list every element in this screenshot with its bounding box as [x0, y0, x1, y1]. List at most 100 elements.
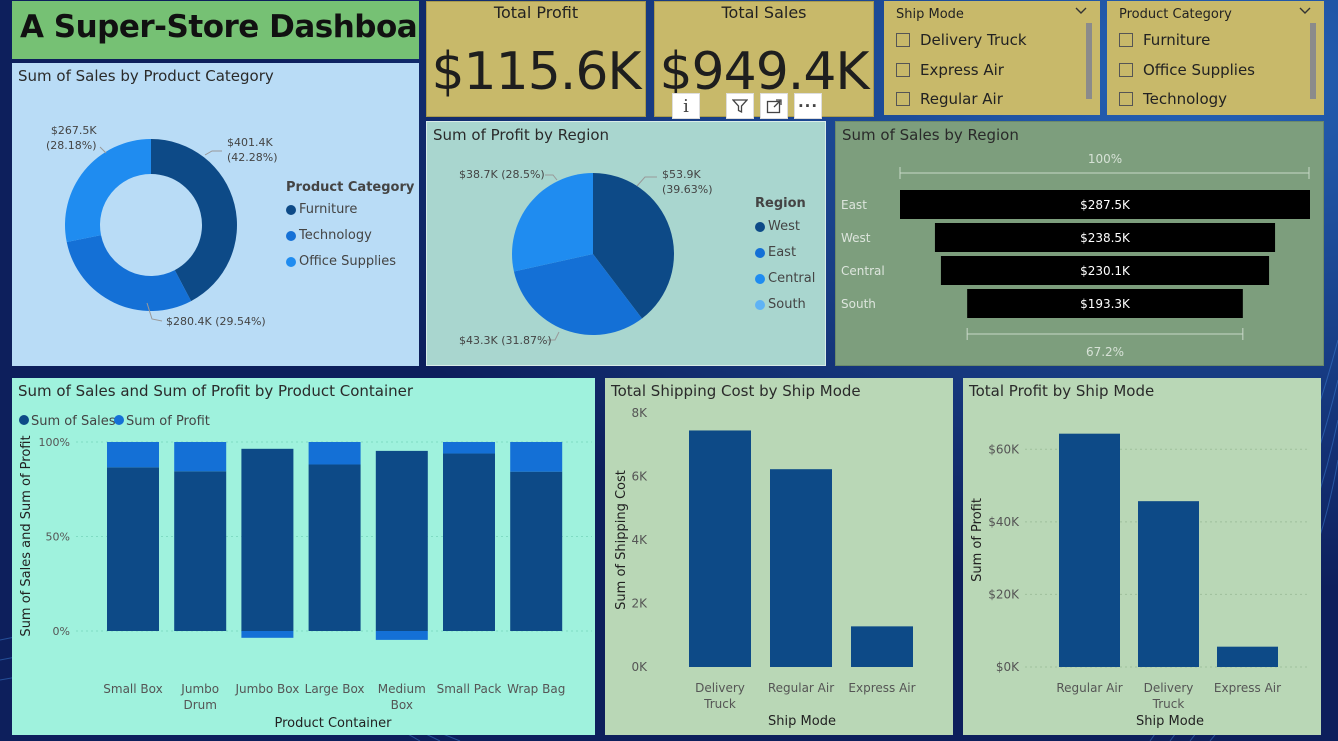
y-tick-label: $20K — [988, 587, 1020, 601]
y-tick-label: $0K — [996, 660, 1020, 674]
y-tick-label: $60K — [988, 442, 1020, 456]
leader-line — [636, 176, 657, 187]
profit-segment — [510, 442, 563, 472]
checkbox[interactable] — [1119, 92, 1133, 106]
x-axis-title: Ship Mode — [768, 714, 836, 729]
more-options-icon[interactable]: ··· — [794, 93, 822, 119]
column-chart: $60K $40K $20K $0K Regular Air Delivery Truck E… — [970, 433, 1308, 729]
bar — [1217, 646, 1278, 667]
x-tick-label: Drum — [183, 698, 216, 712]
chevron-down-icon[interactable] — [1074, 4, 1088, 22]
option-label: Delivery Truck — [920, 31, 1027, 49]
slicer-scrollbar[interactable] — [1086, 23, 1092, 99]
data-label: $53.9K (39.63%) — [662, 168, 713, 196]
checkbox[interactable] — [1119, 33, 1133, 47]
profit-segment — [375, 631, 428, 640]
product-category-option[interactable]: Office Supplies — [1119, 60, 1255, 80]
checkbox[interactable] — [896, 63, 910, 77]
filter-icon[interactable] — [726, 93, 754, 119]
ship-mode-slicer-header: Ship Mode — [896, 7, 964, 22]
legend-item[interactable]: East — [755, 245, 796, 260]
profit-segment — [443, 442, 495, 454]
shipping-cost-by-ship-mode-panel[interactable]: Total Shipping Cost by Ship Mode 8K 6K 4K 2… — [605, 378, 953, 735]
profit-by-region-panel[interactable]: Sum of Profit by Region $38.7K (28.5%) $… — [426, 121, 826, 366]
checkbox[interactable] — [896, 33, 910, 47]
x-tick-label: Regular Air — [1056, 681, 1122, 695]
x-tick-label: Large Box — [305, 682, 365, 696]
option-label: Express Air — [920, 61, 1004, 79]
legend-item[interactable]: Furniture — [286, 202, 357, 217]
leader-line — [99, 146, 107, 154]
sales-segment — [174, 471, 227, 631]
total-profit-value: $115.6K — [431, 42, 641, 102]
legend-label: Office Supplies — [299, 254, 397, 269]
profit-by-ship-mode-panel[interactable]: Total Profit by Ship Mode $60K $40K $20K $0… — [963, 378, 1321, 735]
checkbox[interactable] — [1119, 63, 1133, 77]
x-tick-label: Small Pack — [437, 682, 502, 696]
sales-segment — [443, 453, 495, 631]
funnel-category-label: South — [841, 297, 876, 311]
legend-label: South — [768, 297, 806, 312]
legend-label: Technology — [299, 228, 372, 243]
legend-dot — [19, 415, 29, 425]
legend-label: Central — [768, 271, 816, 286]
visual-header-toolbar: i ··· — [672, 93, 828, 119]
dashboard-title-box: A Super-Store Dashboard — [12, 1, 419, 59]
sales-profit-by-container-panel[interactable]: Sum of Sales and Sum of Profit by Produc… — [12, 378, 595, 735]
y-tick-label: 0K — [631, 660, 648, 674]
product-category-option[interactable]: Technology — [1119, 89, 1227, 109]
leader-line — [204, 150, 222, 156]
product-category-option[interactable]: Furniture — [1119, 30, 1210, 50]
legend-item[interactable]: Technology — [286, 228, 372, 243]
funnel-category-label: Central — [841, 264, 885, 278]
x-tick-label: Express Air — [1214, 681, 1281, 695]
sales-segment — [107, 467, 159, 631]
legend-label: Sum of Sales — [31, 414, 116, 429]
leader-line — [545, 174, 558, 181]
funnel-bottom-label: 67.2% — [1086, 345, 1124, 359]
ship-mode-slicer: Ship Mode Delivery Truck Express Air Reg… — [884, 1, 1100, 115]
x-tick-label: Truck — [1152, 697, 1185, 711]
funnel-bar-label: $287.5K — [1080, 198, 1131, 212]
legend-title: Region — [755, 196, 806, 211]
profit-segment — [308, 442, 361, 465]
x-tick-label: Delivery — [1144, 681, 1194, 695]
slicer-scrollbar[interactable] — [1310, 23, 1316, 99]
y-tick-label: 50% — [46, 531, 70, 544]
chevron-down-icon[interactable] — [1298, 4, 1312, 22]
legend-label: East — [768, 245, 797, 260]
total-sales-label: Total Sales — [721, 3, 807, 22]
stacked-column-chart: 100% 50% 0% Sum of Sales Sum of Profit Small … — [19, 414, 592, 731]
y-tick-label: 6K — [631, 470, 648, 484]
total-profit-card[interactable]: Total Profit $115.6K — [426, 1, 646, 117]
bar — [770, 469, 832, 667]
total-profit-label: Total Profit — [493, 3, 579, 22]
product-category-slicer-header: Product Category — [1119, 7, 1232, 22]
sales-by-region-panel[interactable]: Sum of Sales by Region 100% $287.5K East $2… — [835, 121, 1324, 366]
sales-by-category-panel[interactable]: Sum of Sales by Product Category $267.5K… — [12, 63, 419, 366]
funnel-bar-label: $238.5K — [1080, 231, 1131, 245]
legend-item[interactable]: South — [755, 297, 806, 312]
focus-mode-icon[interactable] — [760, 93, 788, 119]
legend-item[interactable]: Central — [755, 271, 815, 286]
info-icon[interactable]: i — [672, 93, 700, 119]
x-tick-label: Regular Air — [768, 681, 834, 695]
data-label: $401.4K (42.28%) — [227, 136, 278, 164]
legend-item[interactable]: West — [755, 219, 800, 234]
ship-mode-option[interactable]: Delivery Truck — [896, 30, 1027, 50]
option-label: Regular Air — [920, 90, 1003, 108]
y-axis-title: Sum of Sales and Sum of Profit — [19, 435, 34, 636]
y-tick-label: 8K — [631, 406, 648, 420]
checkbox[interactable] — [896, 92, 910, 106]
ship-mode-option[interactable]: Express Air — [896, 60, 1004, 80]
y-tick-label: 0% — [53, 625, 70, 638]
sales-segment — [375, 450, 428, 631]
funnel-top-label: 100% — [1088, 152, 1122, 166]
legend-item[interactable]: Office Supplies — [286, 254, 396, 269]
legend-label: Sum of Profit — [126, 414, 210, 429]
ship-mode-option[interactable]: Regular Air — [896, 89, 1003, 109]
data-label: $267.5K (28.18%) — [46, 124, 97, 152]
data-label: $38.7K (28.5%) — [459, 168, 545, 181]
column-chart: 8K 6K 4K 2K 0K Delivery Truck Regular Air Expres… — [614, 406, 916, 729]
profit-segment — [241, 631, 294, 638]
